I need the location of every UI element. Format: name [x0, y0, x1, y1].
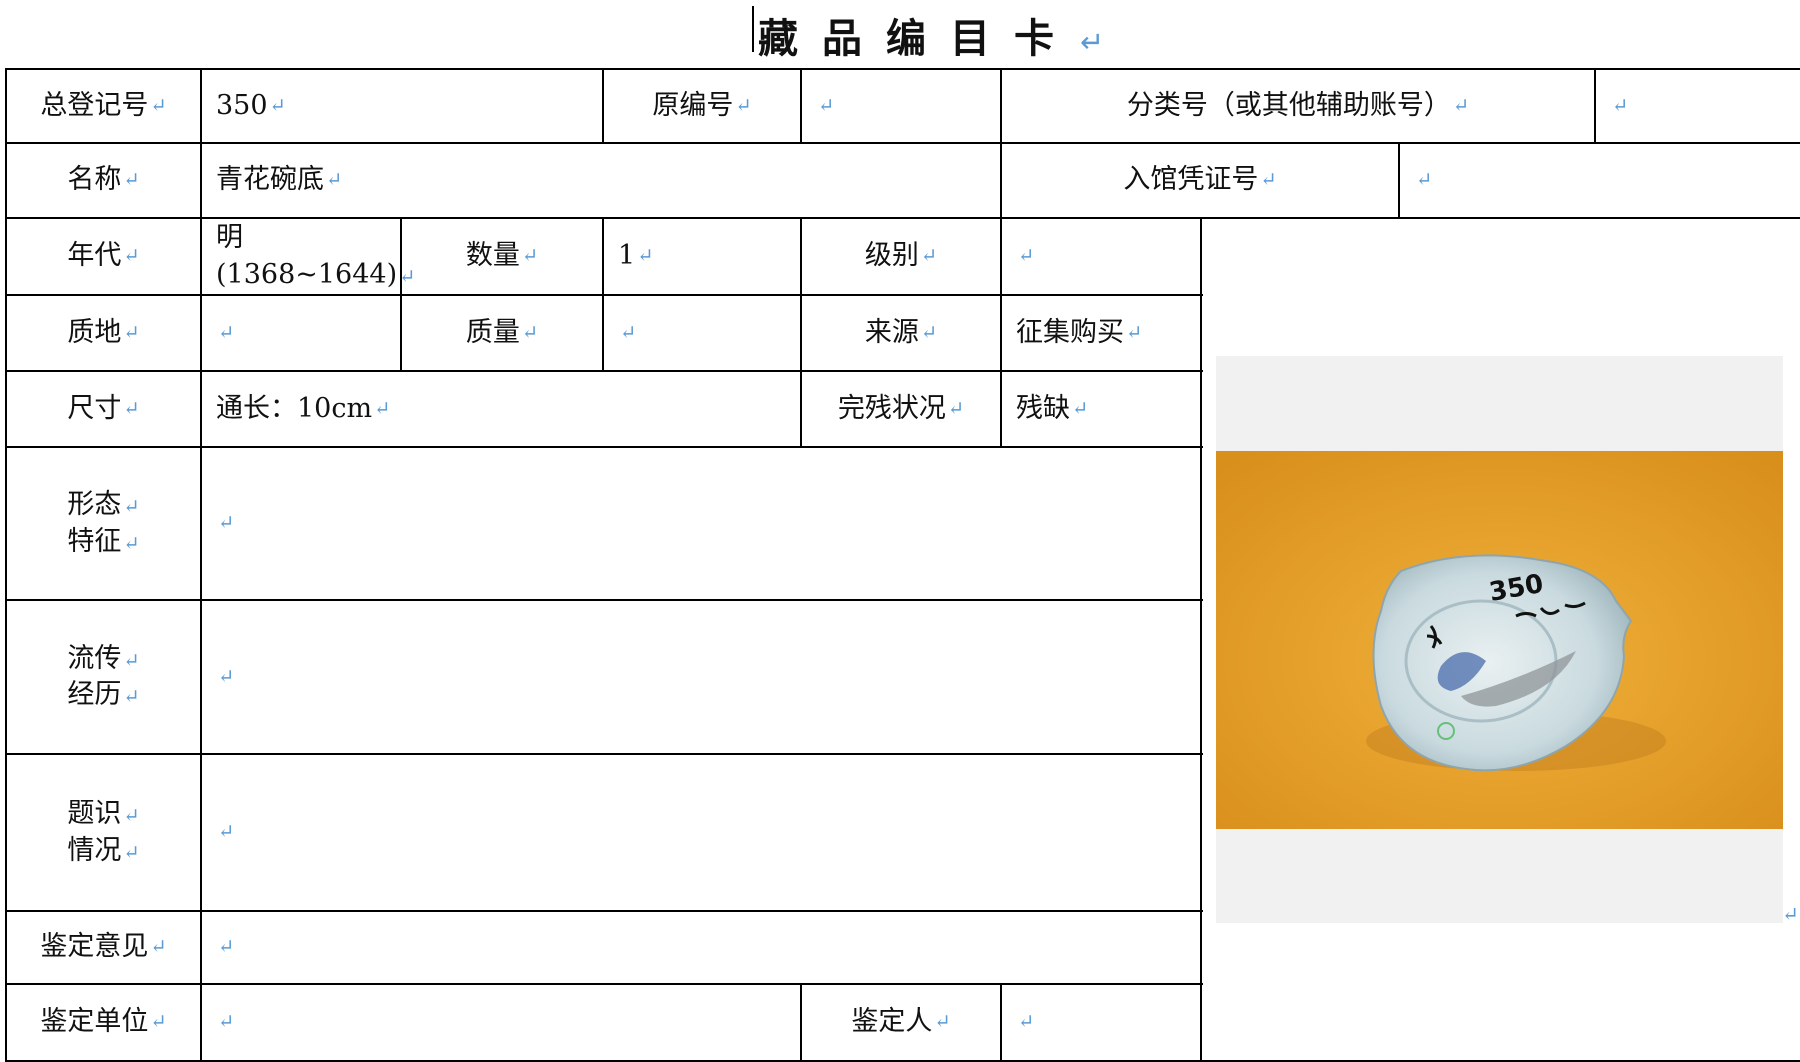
class-no-value[interactable]: ↵: [1596, 70, 1800, 142]
history-value[interactable]: ↵: [202, 601, 1200, 753]
size-value[interactable]: 通长：10cm ↵: [202, 372, 800, 446]
voucher-label: 入馆凭证号 ↵: [1123, 164, 1277, 196]
name-label: 名称 ↵: [67, 164, 140, 196]
condition-label: 完残状况 ↵: [837, 392, 965, 424]
opinion-value[interactable]: ↵: [202, 912, 1200, 983]
appraiser-label: 鉴定人 ↵: [851, 1006, 951, 1038]
history-label: 流传 ↵ 经历 ↵: [67, 642, 140, 710]
paragraph-end-mark: ↵: [1782, 902, 1799, 926]
voucher-value[interactable]: ↵: [1400, 144, 1800, 217]
unit-label: 鉴定单位 ↵: [40, 1006, 167, 1038]
grade-value[interactable]: ↵: [1002, 219, 1200, 294]
appraiser-value[interactable]: ↵: [1002, 985, 1200, 1060]
era-years: (1368~1644) ↵: [216, 258, 416, 290]
quantity-label: 数量 ↵: [465, 240, 539, 272]
weight-value[interactable]: ↵: [604, 296, 800, 370]
orig-no-label: 原编号 ↵: [652, 89, 752, 121]
condition-value[interactable]: 残缺 ↵: [1002, 372, 1200, 446]
inscription-label: 题识 ↵ 情况 ↵: [67, 798, 140, 866]
name-value[interactable]: 青花碗底 ↵: [202, 144, 1000, 217]
size-label: 尺寸 ↵: [67, 392, 140, 424]
card-title-area: 藏品编目卡↵: [0, 0, 1800, 62]
orig-no-value[interactable]: ↵: [802, 70, 1000, 142]
reg-no-label: 总登记号 ↵: [40, 89, 167, 121]
form-value[interactable]: ↵: [202, 448, 1200, 599]
class-no-label: 分类号（或其他辅助账号） ↵: [1126, 89, 1470, 121]
era-value[interactable]: 明 (1368~1644) ↵: [202, 219, 415, 294]
era-dynasty: 明: [216, 222, 243, 254]
era-label: 年代 ↵: [67, 240, 140, 272]
text-cursor: [752, 6, 754, 52]
card-title: 藏品编目卡↵: [758, 16, 1129, 62]
grade-label: 级别 ↵: [864, 240, 938, 272]
material-label: 质地 ↵: [67, 316, 140, 348]
source-value[interactable]: 征集购买 ↵: [1002, 296, 1200, 370]
unit-value[interactable]: ↵: [202, 985, 800, 1060]
quantity-value[interactable]: 1 ↵: [604, 219, 800, 294]
reg-no-value[interactable]: 350 ↵: [202, 70, 602, 142]
source-label: 来源 ↵: [864, 316, 938, 348]
weight-label: 质量 ↵: [465, 316, 539, 348]
form-label: 形态 ↵ 特征 ↵: [67, 489, 140, 557]
opinion-label: 鉴定意见 ↵: [40, 931, 167, 963]
material-value[interactable]: ↵: [202, 296, 400, 370]
inscription-value[interactable]: ↵: [202, 755, 1200, 910]
porcelain-bowl-fragment-photo[interactable]: 350: [1216, 451, 1783, 829]
